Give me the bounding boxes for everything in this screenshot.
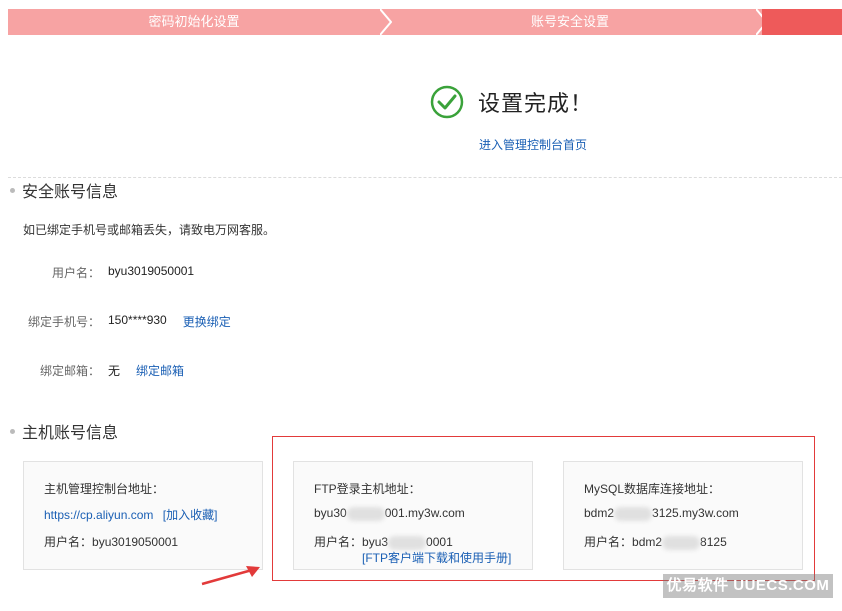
console-user-value: byu3019050001	[92, 535, 179, 549]
bullet-icon	[10, 187, 15, 193]
host-section-label: 主机账号信息	[22, 425, 119, 442]
username-label: 用户名：	[51, 266, 100, 280]
section-divider	[8, 177, 842, 178]
security-section-title: 安全账号信息	[10, 178, 118, 202]
add-favorite-link[interactable]: [加入收藏]	[163, 508, 218, 522]
bind-email-link[interactable]: 绑定邮箱	[136, 362, 184, 379]
watermark: 优易软件 UUECS.COM	[663, 574, 833, 598]
step-progress-bar: 密码初始化设置 账号安全设置	[8, 9, 842, 35]
email-value: 无	[108, 364, 121, 378]
phone-value: 150****930	[108, 313, 167, 327]
console-user-label: 用户名：	[44, 535, 93, 549]
phone-row: 绑定手机号： 150****930 更换绑定	[8, 313, 231, 330]
step-password-init: 密码初始化设置	[148, 14, 240, 29]
console-card-title: 主机管理控制台地址：	[44, 482, 165, 496]
check-circle-icon	[430, 85, 464, 119]
phone-label: 绑定手机号：	[27, 315, 100, 329]
step-complete	[762, 9, 842, 35]
email-label: 绑定邮箱：	[39, 364, 100, 378]
host-section-title: 主机账号信息	[10, 419, 118, 443]
console-home-link[interactable]: 进入管理控制台首页	[479, 136, 587, 153]
arrow-annotation-icon	[201, 566, 260, 586]
username-value: byu3019050001	[108, 264, 195, 278]
success-title: 设置完成！	[478, 91, 594, 116]
console-url-line: https://cp.aliyun.com [加入收藏]	[44, 506, 217, 523]
success-banner: 设置完成！	[430, 84, 593, 120]
security-section-label: 安全账号信息	[22, 184, 119, 201]
console-url-link[interactable]: https://cp.aliyun.com	[44, 508, 153, 522]
console-address-card: 主机管理控制台地址： https://cp.aliyun.com [加入收藏] …	[23, 461, 263, 570]
change-phone-link[interactable]: 更换绑定	[183, 313, 231, 330]
step-account-security: 账号安全设置	[530, 14, 609, 29]
username-row: 用户名： byu3019050001	[8, 264, 194, 281]
console-user-line: 用户名：byu3019050001	[44, 533, 178, 550]
security-notice: 如已绑定手机号或邮箱丢失，请致电万网客服。	[23, 223, 276, 237]
email-row: 绑定邮箱： 无 绑定邮箱	[8, 362, 184, 379]
bullet-icon	[10, 428, 15, 434]
highlight-box	[272, 436, 815, 581]
